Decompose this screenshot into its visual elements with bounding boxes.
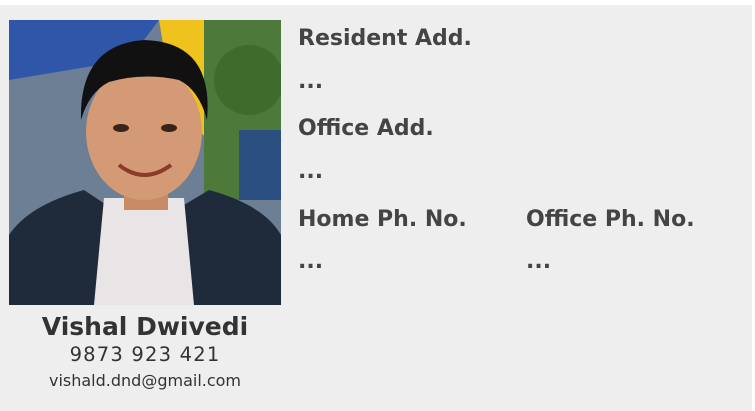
profile-email: vishald.dnd@gmail.com: [48, 371, 242, 390]
contact-card: Vishal Dwivedi 9873 923 421 vishald.dnd@…: [0, 0, 755, 411]
person-portrait-icon: [9, 20, 281, 305]
resident-address-label: Resident Add.: [298, 26, 472, 51]
profile-photo: [9, 20, 281, 305]
profile-info: Vishal Dwivedi 9873 923 421 vishald.dnd@…: [0, 312, 290, 394]
home-phone-value: ...: [298, 249, 324, 274]
office-address-label: Office Add.: [298, 116, 434, 141]
resident-address-value: ...: [298, 69, 324, 94]
office-address-value: ...: [298, 159, 324, 184]
profile-phone: 9873 923 421: [69, 343, 221, 366]
office-phone-value: ...: [526, 249, 552, 274]
home-phone-label: Home Ph. No.: [298, 207, 467, 232]
office-phone-label: Office Ph. No.: [526, 207, 695, 232]
profile-name: Vishal Dwivedi: [41, 312, 249, 341]
